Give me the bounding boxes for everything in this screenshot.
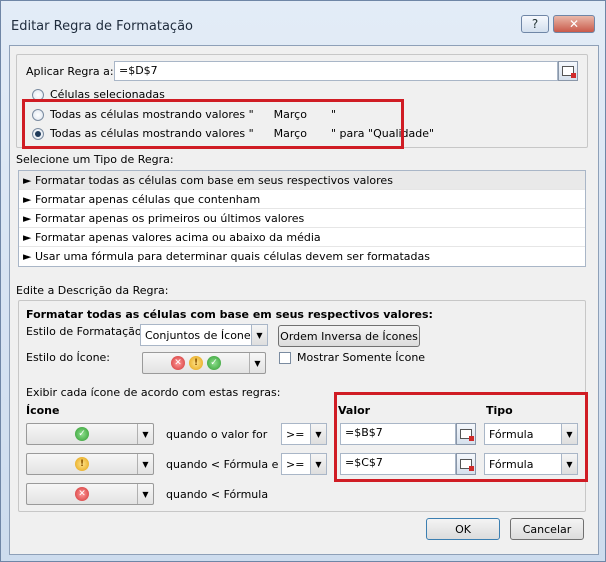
yellow-exclamation-icon: ! [189, 356, 203, 370]
rule-type-item[interactable]: ► Formatar apenas valores acima ou abaix… [19, 228, 585, 247]
format-style-select[interactable]: Conjuntos de Ícones ▼ [140, 324, 268, 346]
range-picker-icon [562, 66, 576, 78]
rule-type-header: Selecione um Tipo de Regra: [16, 153, 174, 166]
icon-style-select[interactable]: ✕ ! ✓ ▼ [142, 352, 266, 374]
dialog-window: Editar Regra de Formatação ? ✕ Aplicar R… [0, 0, 606, 562]
red-x-icon: ✕ [75, 487, 89, 501]
rule-type-item[interactable]: ► Usar uma fórmula para determinar quais… [19, 247, 585, 266]
apply-label: Aplicar Regra a: [26, 65, 114, 78]
reverse-icons-button[interactable]: Ordem Inversa de Ícones [278, 325, 420, 347]
icon-style-label: Estilo do Ícone: [26, 351, 111, 364]
red-x-icon: ✕ [171, 356, 185, 370]
chevron-down-icon: ▼ [310, 424, 326, 444]
highlight-box-values [334, 392, 588, 482]
green-check-icon: ✓ [207, 356, 221, 370]
row2-condition: quando < Fórmula e [166, 458, 279, 471]
chevron-down-icon: ▼ [137, 454, 153, 474]
column-icon-header: Ícone [26, 404, 60, 417]
format-style-value: Conjuntos de Ícones [145, 328, 251, 342]
chevron-down-icon: ▼ [137, 484, 153, 504]
close-button[interactable]: ✕ [553, 15, 595, 33]
row1-icon-select[interactable]: ✓ ▼ [26, 423, 154, 445]
range-picker-button[interactable] [558, 61, 578, 81]
rule-type-item[interactable]: ► Formatar apenas os primeiros ou último… [19, 209, 585, 228]
yellow-exclamation-icon: ! [75, 457, 89, 471]
chevron-down-icon: ▼ [310, 454, 326, 474]
rule-type-item[interactable]: ► Formatar apenas células que contenham [19, 190, 585, 209]
row3-condition: quando < Fórmula [166, 488, 269, 501]
highlight-box-scope [22, 99, 404, 149]
rule-type-list: ► Formatar todas as células com base em … [18, 170, 586, 267]
green-check-icon: ✓ [75, 427, 89, 441]
row1-operator: >= [286, 427, 305, 441]
chevron-down-icon: ▼ [137, 424, 153, 444]
title-bar[interactable]: Editar Regra de Formatação ? ✕ [1, 1, 605, 45]
ok-button[interactable]: OK [426, 518, 500, 540]
row2-operator: >= [286, 457, 305, 471]
help-button[interactable]: ? [521, 15, 549, 33]
row1-operator-select[interactable]: >= ▼ [281, 423, 327, 445]
row3-icon-select[interactable]: ✕ ▼ [26, 483, 154, 505]
show-icon-only-label: Mostrar Somente Ícone [297, 351, 426, 364]
chevron-down-icon: ▼ [249, 353, 265, 373]
dialog-title: Editar Regra de Formatação [11, 19, 193, 34]
row1-condition: quando o valor for [166, 428, 268, 441]
dialog-client: Aplicar Regra a: =$D$7 Células seleciona… [9, 45, 599, 555]
checkbox-icon [279, 351, 291, 364]
desc-title: Formatar todas as células com base em se… [26, 308, 433, 321]
apply-range-input[interactable]: =$D$7 [114, 61, 558, 81]
desc-header: Edite a Descrição da Regra: [16, 284, 169, 297]
rules-intro: Exibir cada ícone de acordo com estas re… [26, 386, 281, 399]
rule-type-item[interactable]: ► Formatar todas as células com base em … [19, 171, 585, 190]
row2-icon-select[interactable]: ! ▼ [26, 453, 154, 475]
row2-operator-select[interactable]: >= ▼ [281, 453, 327, 475]
chevron-down-icon: ▼ [251, 325, 267, 345]
format-style-label: Estilo de Formatação: [26, 325, 146, 338]
show-icon-only-checkbox[interactable]: Mostrar Somente Ícone [279, 351, 425, 364]
cancel-button[interactable]: Cancelar [510, 518, 584, 540]
